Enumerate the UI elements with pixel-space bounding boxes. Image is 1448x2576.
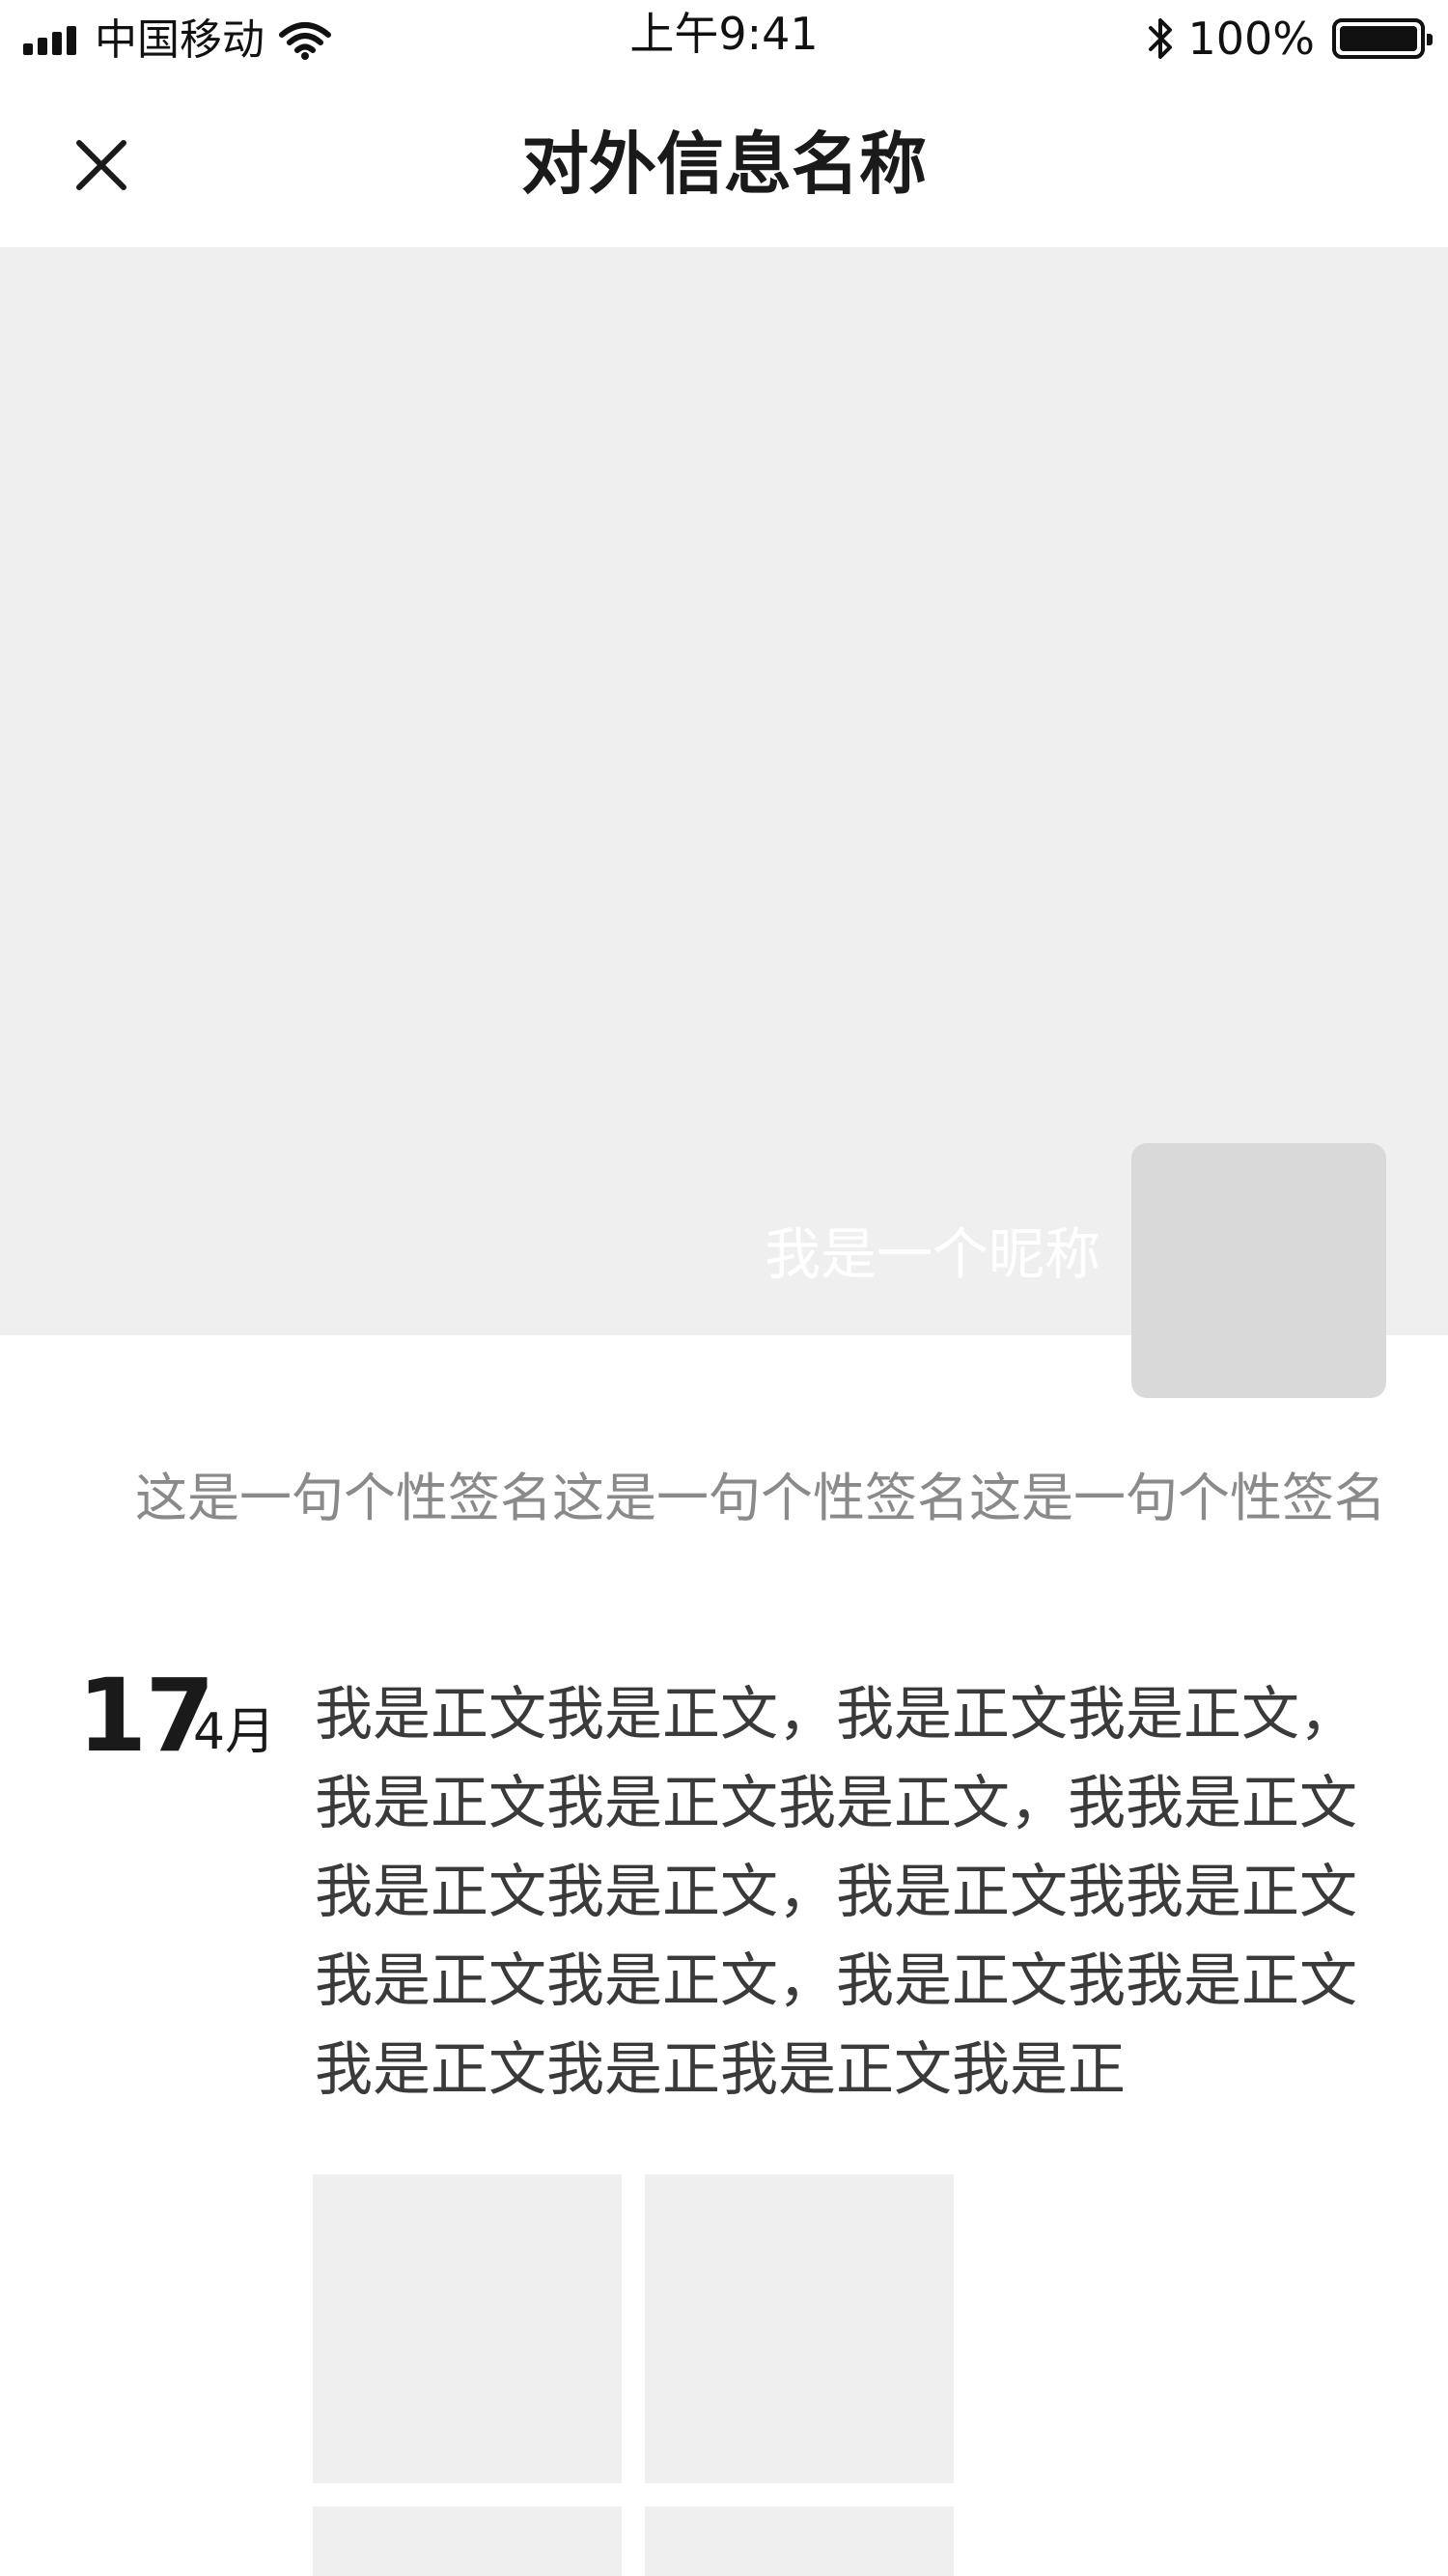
post-body-line: 我是正文我是正我是正文我是正 bbox=[315, 2036, 1126, 2104]
bluetooth-icon bbox=[1149, 18, 1173, 59]
status-right: 100% bbox=[1147, 13, 1433, 65]
post-body-line: 我是正文我是正文我是正文，我我是正文 bbox=[315, 1770, 1357, 1837]
battery-percent: 100% bbox=[1187, 13, 1315, 65]
battery-icon bbox=[1332, 18, 1433, 59]
post-photo[interactable] bbox=[645, 2506, 954, 2576]
page-title: 对外信息名称 bbox=[521, 125, 927, 204]
post-photo[interactable] bbox=[313, 2174, 622, 2483]
avatar[interactable] bbox=[1131, 1143, 1386, 1398]
post-photo[interactable] bbox=[313, 2506, 622, 2576]
nickname: 我是一个昵称 bbox=[764, 1221, 1100, 1287]
nav-bar: 对外信息名称 bbox=[0, 77, 1448, 247]
post-photo[interactable] bbox=[645, 2174, 954, 2483]
post-body-line: 我是正文我是正文，我是正文我是正文， bbox=[315, 1681, 1357, 1749]
status-bar: 中国移动 上午9:41 100% bbox=[0, 0, 1448, 77]
post-body: 我是正文我是正文，我是正文我是正文， 我是正文我是正文我是正文，我我是正文 我是… bbox=[315, 1670, 1377, 2114]
signature: 这是一句个性签名这是一句个性签名这是一句个性签名 bbox=[135, 1468, 1386, 1528]
post-body-line: 我是正文我是正文，我是正文我我是正文 bbox=[315, 1947, 1357, 2015]
post-body-line: 我是正文我是正文，我是正文我我是正文 bbox=[315, 1859, 1357, 1926]
post-date-month: 4月 bbox=[193, 1703, 276, 1761]
